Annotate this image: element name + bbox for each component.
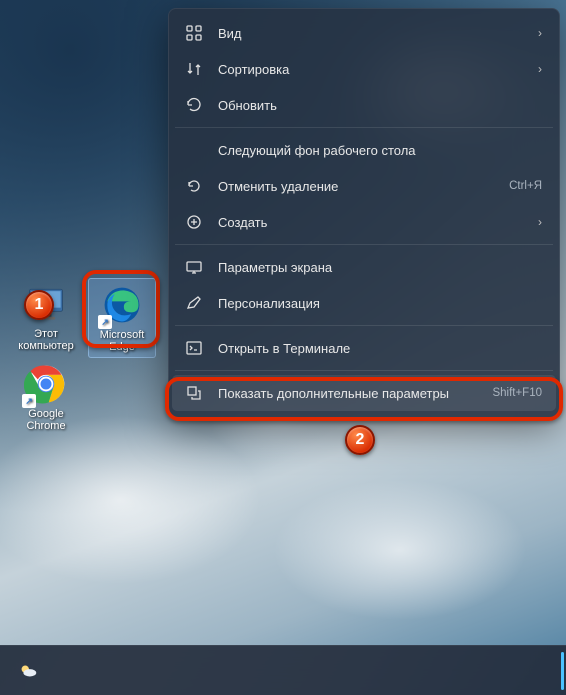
desktop-icon-chrome[interactable]: ↗ Google Chrome — [12, 358, 80, 436]
sort-icon — [184, 59, 204, 79]
icon-label: Этот компьютер — [14, 328, 78, 352]
undo-icon — [184, 176, 204, 196]
display-icon — [184, 257, 204, 277]
taskbar[interactable] — [0, 645, 566, 695]
desktop-context-menu: Вид › Сортировка › Обновить Следующий фо… — [168, 8, 560, 418]
menu-separator — [175, 370, 553, 371]
menu-label: Создать — [218, 215, 530, 230]
menu-separator — [175, 127, 553, 128]
personalize-icon — [184, 293, 204, 313]
desktop[interactable]: Этот компьютер ↗ Microsoft Edge ↗ Google… — [0, 0, 566, 645]
chevron-right-icon: › — [538, 26, 542, 40]
menu-label: Персонализация — [218, 296, 542, 311]
menu-separator — [175, 325, 553, 326]
menu-sort[interactable]: Сортировка › — [172, 51, 556, 87]
menu-label: Отменить удаление — [218, 179, 501, 194]
callout-badge-1: 1 — [24, 290, 54, 320]
menu-personalize[interactable]: Персонализация — [172, 285, 556, 321]
menu-shortcut: Ctrl+Я — [509, 180, 542, 192]
icon-label: Google Chrome — [14, 408, 78, 432]
menu-separator — [175, 244, 553, 245]
terminal-icon — [184, 338, 204, 358]
menu-label: Открыть в Терминале — [218, 341, 542, 356]
menu-new[interactable]: Создать › — [172, 204, 556, 240]
menu-view[interactable]: Вид › — [172, 15, 556, 51]
menu-refresh[interactable]: Обновить — [172, 87, 556, 123]
taskbar-widgets[interactable] — [8, 651, 48, 691]
menu-display-settings[interactable]: Параметры экрана — [172, 249, 556, 285]
view-icon — [184, 23, 204, 43]
menu-open-terminal[interactable]: Открыть в Терминале — [172, 330, 556, 366]
menu-label: Следующий фон рабочего стола — [218, 143, 542, 158]
weather-icon — [17, 660, 39, 682]
callout-badge-2: 2 — [345, 425, 375, 455]
menu-label: Вид — [218, 26, 530, 41]
menu-label: Параметры экрана — [218, 260, 542, 275]
menu-label: Сортировка — [218, 62, 530, 77]
chrome-icon: ↗ — [24, 362, 68, 406]
taskbar-indicator — [561, 652, 564, 690]
callout-frame-1 — [82, 270, 160, 348]
new-icon — [184, 212, 204, 232]
menu-next-background[interactable]: Следующий фон рабочего стола — [172, 132, 556, 168]
shortcut-arrow-icon: ↗ — [22, 394, 36, 408]
callout-frame-2 — [165, 377, 563, 421]
chevron-right-icon: › — [538, 215, 542, 229]
chevron-right-icon: › — [538, 62, 542, 76]
menu-label: Обновить — [218, 98, 542, 113]
menu-undo-delete[interactable]: Отменить удаление Ctrl+Я — [172, 168, 556, 204]
refresh-icon — [184, 95, 204, 115]
blank-icon — [184, 140, 204, 160]
